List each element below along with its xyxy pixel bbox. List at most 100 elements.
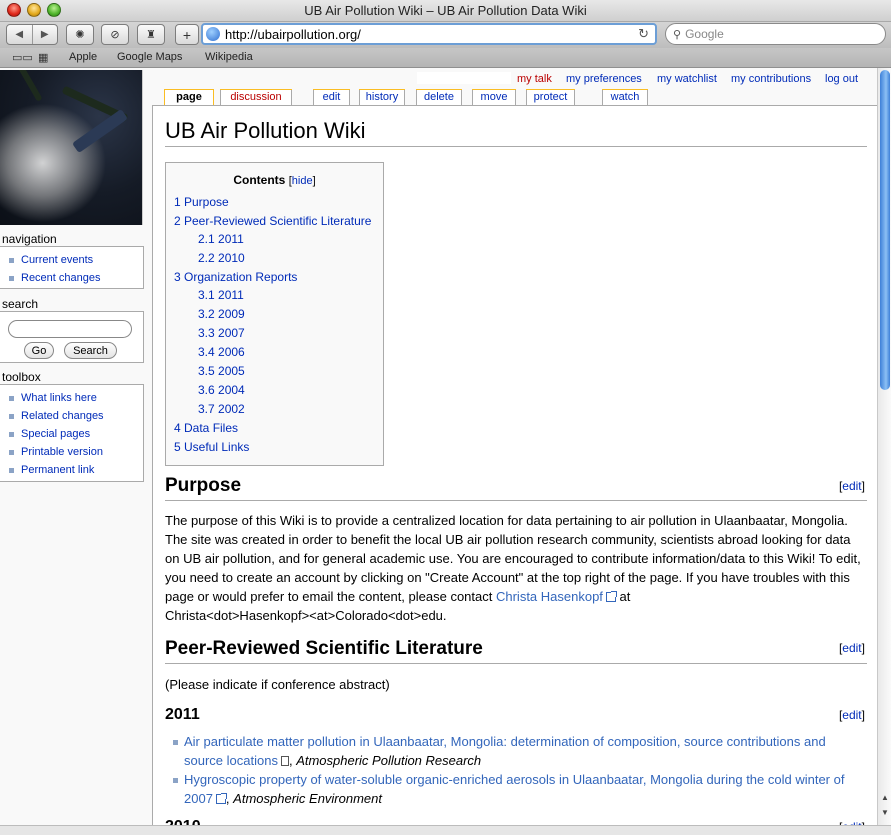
sidebar-item-recent-changes[interactable]: Recent changes xyxy=(8,269,143,287)
contact-link[interactable]: Christa Hasenkopf xyxy=(496,589,603,604)
my-talk-link[interactable]: my talk xyxy=(517,73,552,85)
toc-item[interactable]: 3.3 2007 xyxy=(198,326,245,340)
toc-item[interactable]: 5 Useful Links xyxy=(174,440,249,454)
bookmark-wikipedia[interactable]: Wikipedia xyxy=(205,51,253,63)
tab-move[interactable]: move xyxy=(472,89,516,105)
reference-link[interactable]: source locations xyxy=(184,753,278,768)
external-link-icon xyxy=(605,591,617,602)
search-button[interactable]: Search xyxy=(64,342,117,359)
sidebar-item-printable-version[interactable]: Printable version xyxy=(8,443,143,461)
toc-item[interactable]: 3.1 2011 xyxy=(198,288,244,302)
google-search-field[interactable]: ⚲ Google xyxy=(665,23,886,45)
sidebar-item-label[interactable]: What links here xyxy=(21,392,97,404)
edit-link[interactable]: edit xyxy=(842,708,861,722)
literature-heading: Peer-Reviewed Scientific Literature xyxy=(165,638,867,664)
tab-watch[interactable]: watch xyxy=(602,89,648,105)
bookmark-google-maps[interactable]: Google Maps xyxy=(117,51,182,63)
reload-icon[interactable]: ↻ xyxy=(638,26,649,42)
search-placeholder: Google xyxy=(685,27,724,41)
activity-icon[interactable]: ✺ xyxy=(66,24,94,45)
wiki-logo[interactable] xyxy=(0,70,143,225)
toc-item[interactable]: 2.2 2010 xyxy=(198,251,245,265)
toc-item[interactable]: 2 Peer-Reviewed Scientific Literature xyxy=(174,214,371,228)
purpose-line: The purpose of this Wiki is to provide a… xyxy=(165,513,848,528)
toc-hide-link[interactable]: hide xyxy=(292,175,313,187)
toc-item[interactable]: 3.6 2004 xyxy=(198,383,245,397)
forward-arrow-icon[interactable]: ▶ xyxy=(33,25,58,44)
my-contributions-link[interactable]: my contributions xyxy=(731,73,811,85)
page-title: UB Air Pollution Wiki xyxy=(165,118,867,147)
year-2011-heading: 2011 xyxy=(165,706,200,723)
sidebar-item-label[interactable]: Related changes xyxy=(21,410,104,422)
sidebar-item-permanent-link[interactable]: Permanent link xyxy=(8,461,143,479)
scroll-down-arrow-icon[interactable]: ▼ xyxy=(880,808,890,820)
toolbox-heading: toolbox xyxy=(2,370,41,384)
sidebar-item-label[interactable]: Special pages xyxy=(21,428,90,440)
edit-section-2011: [edit] xyxy=(838,708,865,722)
back-arrow-icon[interactable]: ◀ xyxy=(7,25,33,44)
sidebar-item-label[interactable]: Printable version xyxy=(21,446,103,458)
purpose-line: on UB air pollution, and for general aca… xyxy=(165,551,861,566)
purpose-line: page or would prefer to email the conten… xyxy=(165,587,869,606)
purpose-paragraph: The purpose of this Wiki is to provide a… xyxy=(165,511,869,625)
list-item: Air particulate matter pollution in Ulaa… xyxy=(165,732,869,770)
search-heading: search xyxy=(2,297,39,311)
journal-name: Atmospheric Pollution Research xyxy=(296,753,482,768)
toc-heading: Contents xyxy=(233,173,286,187)
journal-name: Atmospheric Environment xyxy=(233,791,382,806)
tab-history[interactable]: history xyxy=(359,89,405,105)
reference-link[interactable]: Air particulate matter pollution in Ulaa… xyxy=(184,734,826,749)
toc-item[interactable]: 1 Purpose xyxy=(174,195,229,209)
scroll-up-arrow-icon[interactable]: ▲ xyxy=(880,793,890,805)
browser-toolbar: ◀ ▶ ✺ ⊘ ♜ + http://ubairpollution.org/ ↻… xyxy=(0,22,891,48)
purpose-text: page or would prefer to email the conten… xyxy=(165,589,496,604)
reference-link[interactable]: Hygroscopic property of water-soluble or… xyxy=(184,772,844,787)
purpose-line: you need to create an account by clickin… xyxy=(165,570,850,585)
reference-link[interactable]: 2007 xyxy=(184,791,213,806)
sidebar-item-related-changes[interactable]: Related changes xyxy=(8,407,143,425)
my-watchlist-link[interactable]: my watchlist xyxy=(657,73,717,85)
search-portlet: Go Search xyxy=(0,311,144,363)
toc-item[interactable]: 3.4 2006 xyxy=(198,345,245,359)
toc-item[interactable]: 3.5 2005 xyxy=(198,364,245,378)
table-of-contents: Contents [hide] 1 Purpose 2 Peer-Reviewe… xyxy=(165,162,384,466)
grid-icon[interactable]: ▦ xyxy=(38,51,48,64)
scrollbar-thumb[interactable] xyxy=(880,70,890,390)
my-preferences-link[interactable]: my preferences xyxy=(566,73,642,85)
purpose-text: at xyxy=(615,589,631,604)
edit-link[interactable]: edit xyxy=(842,641,861,655)
toc-item[interactable]: 2.1 2011 xyxy=(198,232,244,246)
sidebar-item-label[interactable]: Permanent link xyxy=(21,464,94,476)
edit-link[interactable]: edit xyxy=(842,479,861,493)
sidebar-item-special-pages[interactable]: Special pages xyxy=(8,425,143,443)
vertical-scrollbar[interactable]: ▲ ▼ xyxy=(877,68,891,825)
go-button[interactable]: Go xyxy=(24,342,54,359)
tab-discussion[interactable]: discussion xyxy=(220,89,292,105)
toc-item[interactable]: 3.7 2002 xyxy=(198,402,245,416)
edit-section-literature: [edit] xyxy=(838,641,865,655)
add-bookmark-button[interactable]: + xyxy=(175,24,199,45)
sidebar-item-current-events[interactable]: Current events xyxy=(8,251,143,269)
toc-item[interactable]: 3.2 2009 xyxy=(198,307,245,321)
tab-page[interactable]: page xyxy=(164,89,214,106)
log-out-link[interactable]: log out xyxy=(825,73,858,85)
tab-edit[interactable]: edit xyxy=(313,89,350,105)
wiki-search-input[interactable] xyxy=(8,320,132,338)
bookmark-apple[interactable]: Apple xyxy=(69,51,97,63)
window-bottom-edge xyxy=(0,825,891,835)
sidebar-item-what-links-here[interactable]: What links here xyxy=(8,389,143,407)
tab-delete[interactable]: delete xyxy=(416,89,462,105)
sidebar-item-label[interactable]: Current events xyxy=(21,254,93,266)
book-icon[interactable]: ▭▭ xyxy=(12,51,33,64)
toc-item[interactable]: 3 Organization Reports xyxy=(174,270,297,284)
toc-item[interactable]: 4 Data Files xyxy=(174,421,238,435)
tab-protect[interactable]: protect xyxy=(526,89,575,105)
bug-icon[interactable]: ♜ xyxy=(137,24,165,45)
purpose-line: Christa<dot>Hasenkopf><at>Colorado<dot>e… xyxy=(165,608,447,623)
address-text[interactable]: http://ubairpollution.org/ xyxy=(225,27,361,42)
year-2010-heading: 2010 xyxy=(165,818,201,825)
address-bar[interactable]: http://ubairpollution.org/ ↻ xyxy=(201,23,657,45)
stop-icon[interactable]: ⊘ xyxy=(101,24,129,45)
sidebar-item-label[interactable]: Recent changes xyxy=(21,272,101,284)
article-content: UB Air Pollution Wiki Contents [hide] 1 … xyxy=(152,105,877,825)
